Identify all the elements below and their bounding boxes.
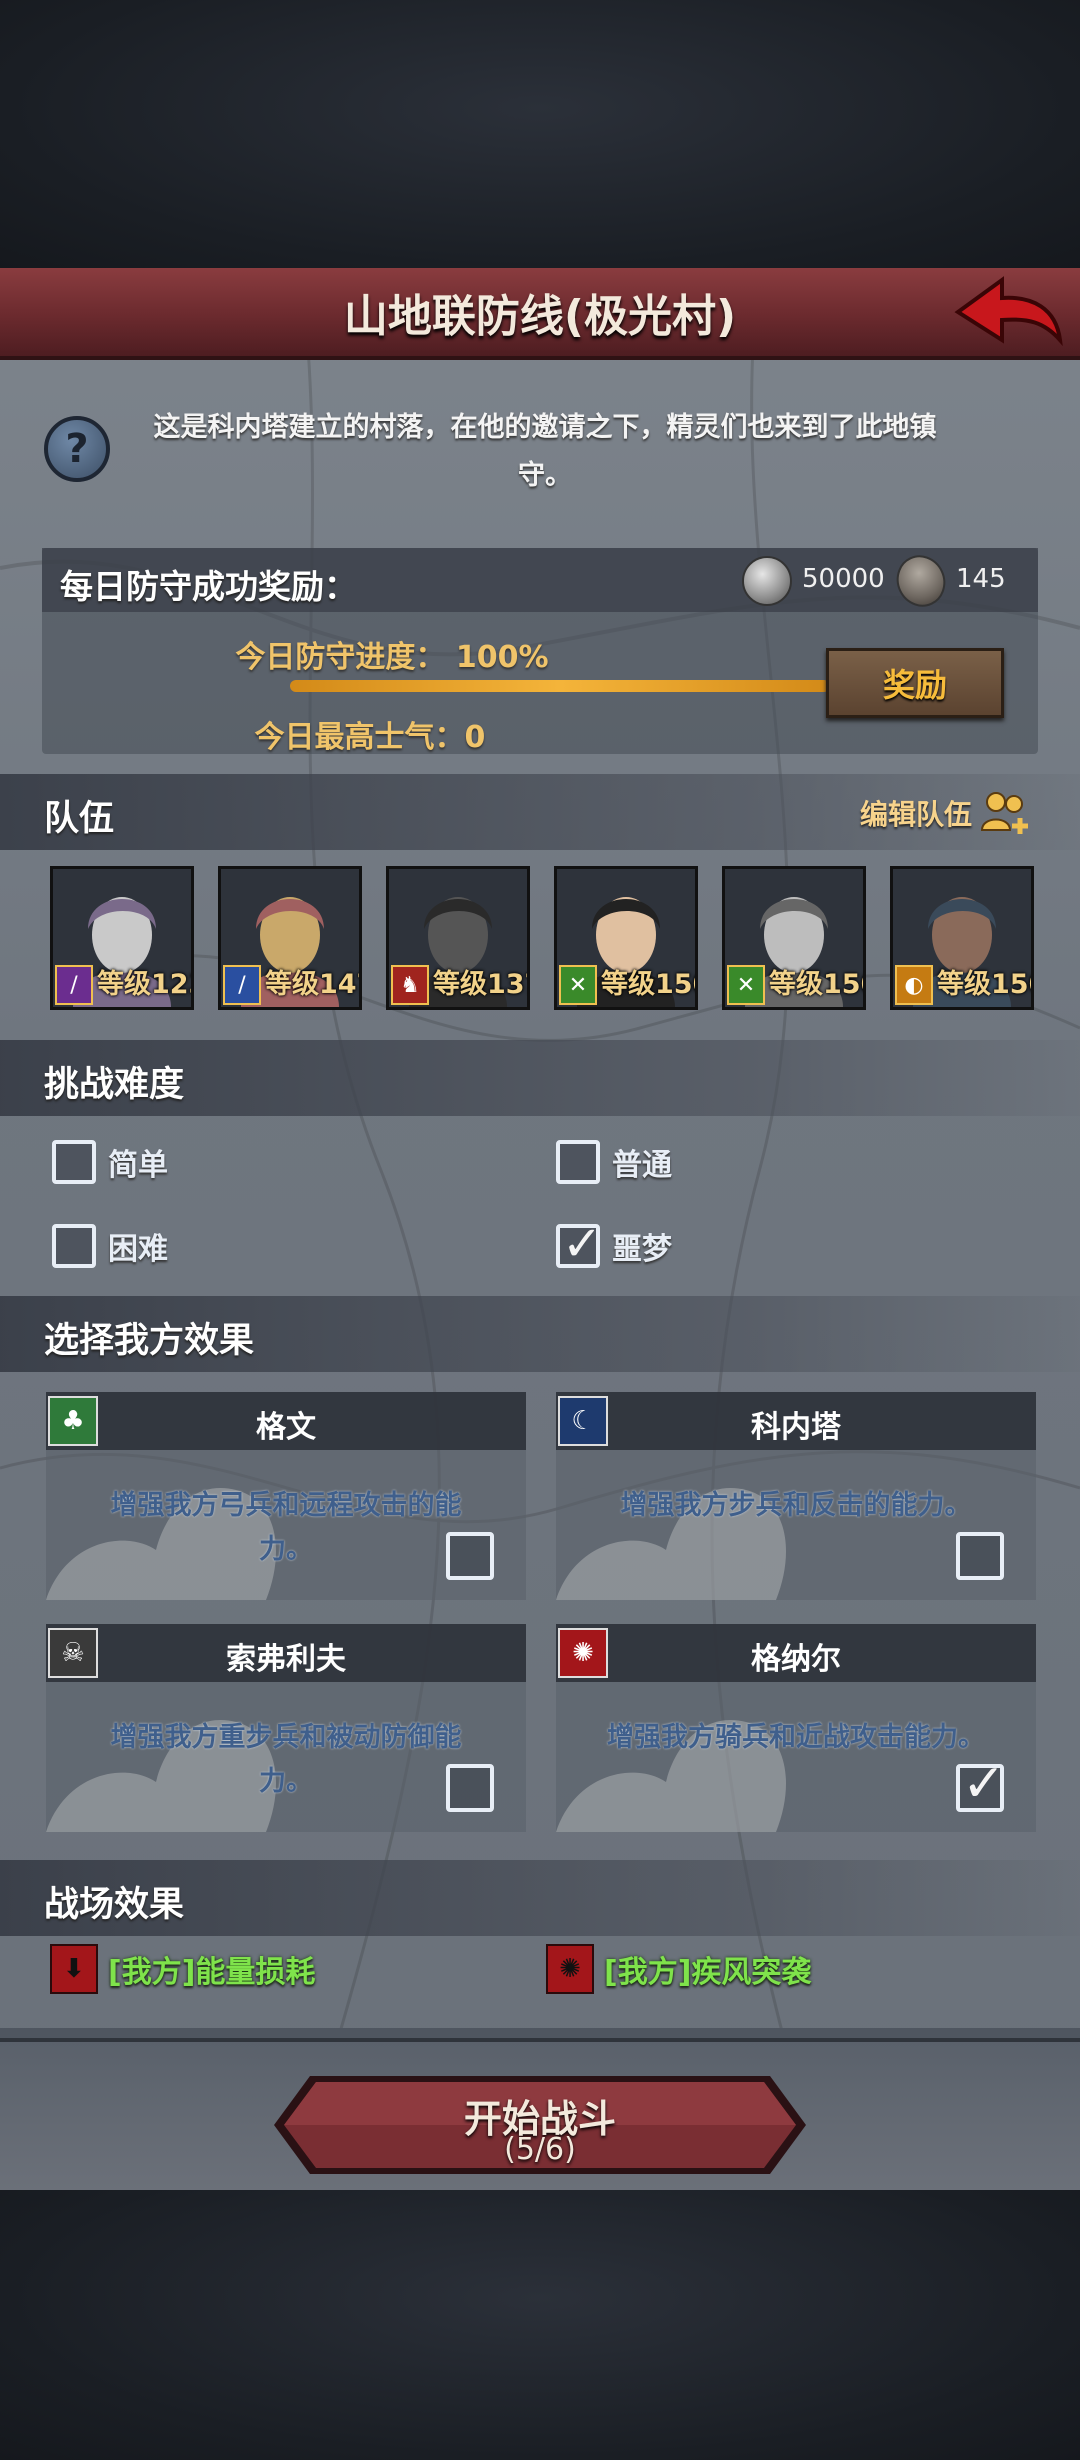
back-button[interactable] [948,274,1068,354]
down-arrow-icon: ⬇ [50,1944,98,1994]
list-divider [0,2028,1080,2038]
battlefield-section-header: 战场效果 [0,1860,1080,1936]
hero-level: 等级150 [769,969,863,1000]
checkbox[interactable] [556,1140,600,1184]
effect-name: 索弗利夫 [226,1642,346,1677]
defense-panel: 山地联防线(极光村) ? 这是科内塔建立的村落，在他的邀请之下，精灵们也来到了此… [0,268,1080,2190]
daily-reward-box: 每日防守成功奖励： 50000 145 今日防守进度： 100% 今日最高士气：… [42,548,1038,755]
effect-description: 增强我方弓兵和远程攻击的能力。 [110,1490,462,1565]
hero-slot[interactable]: /等级123 [50,866,194,1010]
checkbox[interactable] [52,1140,96,1184]
hero-level: 等级150 [601,969,695,1000]
class-badge-icon: ♞ [391,965,429,1005]
reward-button[interactable]: 奖励 [826,648,1004,718]
effect-checkbox[interactable] [956,1532,1004,1580]
effect-description: 增强我方步兵和反击的能力。 [620,1490,972,1521]
difficulty-label: 简单 [108,1148,168,1183]
class-badge-icon: ✕ [727,965,765,1005]
hero-slot[interactable]: /等级147 [218,866,362,1010]
difficulty-option[interactable]: 普通 [556,1140,672,1184]
effect-name: 科内塔 [751,1410,841,1445]
battlefield-effect[interactable]: ✺ [我方]疾风突袭 [546,1944,811,1994]
bottom-bar: 开始战斗 (5/6) [0,2038,1080,2190]
progress-label: 今日防守进度： 100% [235,640,549,675]
hero-slot[interactable]: ◐等级150 [890,866,1034,1010]
bottom-backdrop [0,2190,1080,2460]
title-bar: 山地联防线(极光村) [0,268,1080,360]
effect-card[interactable]: ✺ 格纳尔 增强我方骑兵和近战攻击能力。 ✓ [556,1624,1036,1832]
effect-card[interactable]: ☠ 索弗利夫 增强我方重步兵和被动防御能力。 [46,1624,526,1832]
effects-section-header: 选择我方效果 [0,1296,1080,1372]
hero-slot[interactable]: ✕等级150 [722,866,866,1010]
hero-level: 等级137 [433,969,527,1000]
hero-slot[interactable]: ✕等级150 [554,866,698,1010]
effect-card[interactable]: ☾ 科内塔 增强我方步兵和反击的能力。 [556,1392,1036,1600]
difficulty-option[interactable]: 困难 [52,1224,168,1268]
effect-checkbox[interactable] [446,1532,494,1580]
back-arrow-icon [954,276,1063,347]
difficulty-option[interactable]: ✓ 噩梦 [556,1216,672,1272]
class-badge-icon: / [223,965,261,1005]
effect-name: 格文 [256,1410,316,1445]
page-title: 山地联防线(极光村) [343,291,737,342]
stone-amount: 145 [956,564,1006,594]
progress-bar [290,680,830,692]
reward-header: 每日防守成功奖励： 50000 145 [42,548,1038,614]
stage-description: 这是科内塔建立的村落，在他的邀请之下，精灵们也来到了此地镇守。 [153,412,937,491]
class-badge-icon: ✕ [559,965,597,1005]
silver-amount: 50000 [802,564,885,594]
effect-card[interactable]: ♣ 格文 增强我方弓兵和远程攻击的能力。 [46,1392,526,1600]
team-section-header: 队伍 编辑队伍 [0,774,1080,850]
class-badge-icon: / [55,965,93,1005]
help-icon[interactable]: ? [44,416,110,482]
checkmark-icon: ✓ [962,1754,1006,1814]
hero-level: 等级147 [265,969,359,1000]
hero-level: 等级150 [937,969,1031,1000]
reward-title: 每日防守成功奖励： [60,567,357,606]
effect-name: 格纳尔 [751,1642,841,1677]
battlefield-effect[interactable]: ⬇ [我方]能量损耗 [50,1944,315,1994]
difficulty-title: 挑战难度 [44,1065,185,1105]
attempts-count: (5/6) [504,2132,576,2167]
morale-label: 今日最高士气：0 [254,720,486,755]
battlefield-effect-label: [我方]能量损耗 [108,1955,316,1990]
team-title: 队伍 [44,799,115,839]
hero-slot[interactable]: ♞等级137 [386,866,530,1010]
effects-title: 选择我方效果 [44,1321,255,1361]
checkbox[interactable] [52,1224,96,1268]
difficulty-label: 普通 [612,1148,672,1183]
difficulty-label: 噩梦 [612,1232,672,1267]
checkmark-icon: ✓ [562,1216,603,1272]
effect-checkbox[interactable]: ✓ [956,1754,1006,1814]
silver-coin-icon [742,556,792,606]
difficulty-option[interactable]: 简单 [52,1140,168,1184]
edit-team-label: 编辑队伍 [859,798,972,831]
battlefield-title: 战场效果 [44,1885,185,1925]
battlefield-effect-label: [我方]疾风突袭 [604,1955,812,1990]
progress-fill [290,680,830,692]
difficulty-label: 困难 [108,1232,168,1267]
start-battle-button[interactable]: 开始战斗 (5/6) [270,2072,810,2178]
add-members-icon [980,792,1028,834]
effect-description: 增强我方骑兵和近战攻击能力。 [607,1722,985,1753]
stone-icon [888,548,954,614]
effect-description: 增强我方重步兵和被动防御能力。 [110,1722,462,1797]
effect-checkbox[interactable] [446,1764,494,1812]
difficulty-section-header: 挑战难度 [0,1040,1080,1116]
crest-icon: ✺ [546,1944,594,1994]
checkbox[interactable]: ✓ [556,1216,602,1272]
class-badge-icon: ◐ [895,965,933,1005]
hero-level: 等级123 [97,969,191,1000]
top-backdrop [0,0,1080,270]
edit-team-button[interactable]: 编辑队伍 [860,790,1032,836]
